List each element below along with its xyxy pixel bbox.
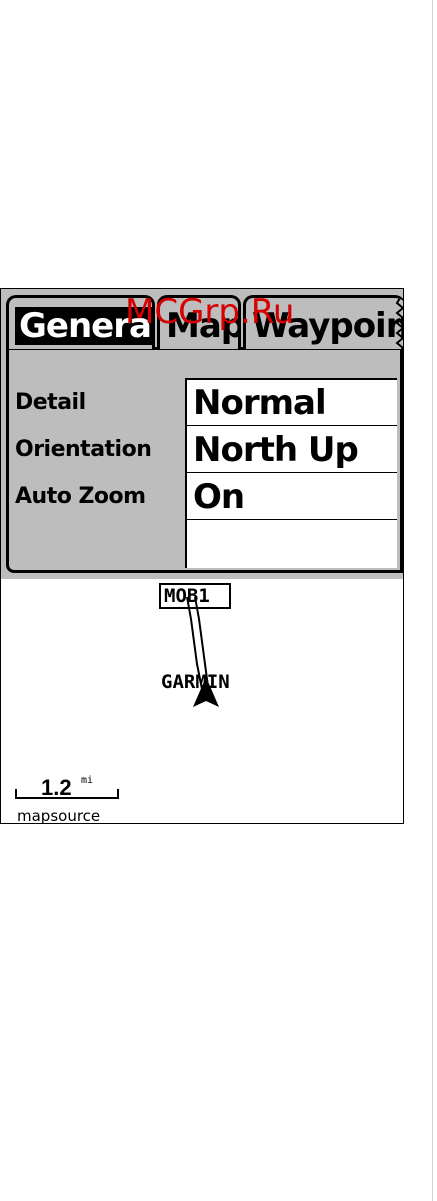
map-source-label: mapsource <box>17 807 101 824</box>
map-scale-bar <box>15 789 119 799</box>
arrow-position-icon <box>193 677 219 707</box>
detail-label: Detail <box>15 390 86 415</box>
watermark: MCGrp.Ru <box>125 292 295 332</box>
page-edge-rule <box>432 0 433 1201</box>
auto-zoom-value-field[interactable]: On <box>187 474 397 520</box>
orientation-label: Orientation <box>15 437 152 462</box>
auto-zoom-label: Auto Zoom <box>15 484 146 509</box>
settings-value-list: Normal North Up On <box>185 378 397 568</box>
orientation-value-field[interactable]: North Up <box>187 427 397 473</box>
gps-screen: General Map Waypoin Detail Orientation A… <box>0 288 404 824</box>
empty-value-field <box>187 521 397 567</box>
waypoint-label: MOB1 <box>164 585 210 607</box>
tab-scroll-edge-icon <box>395 298 403 349</box>
settings-content: Detail Orientation Auto Zoom Normal Nort… <box>6 347 403 573</box>
detail-value-field[interactable]: Normal <box>187 380 397 426</box>
map-scale-unit: mi <box>81 775 94 786</box>
map-setup-panel: General Map Waypoin Detail Orientation A… <box>1 289 403 579</box>
